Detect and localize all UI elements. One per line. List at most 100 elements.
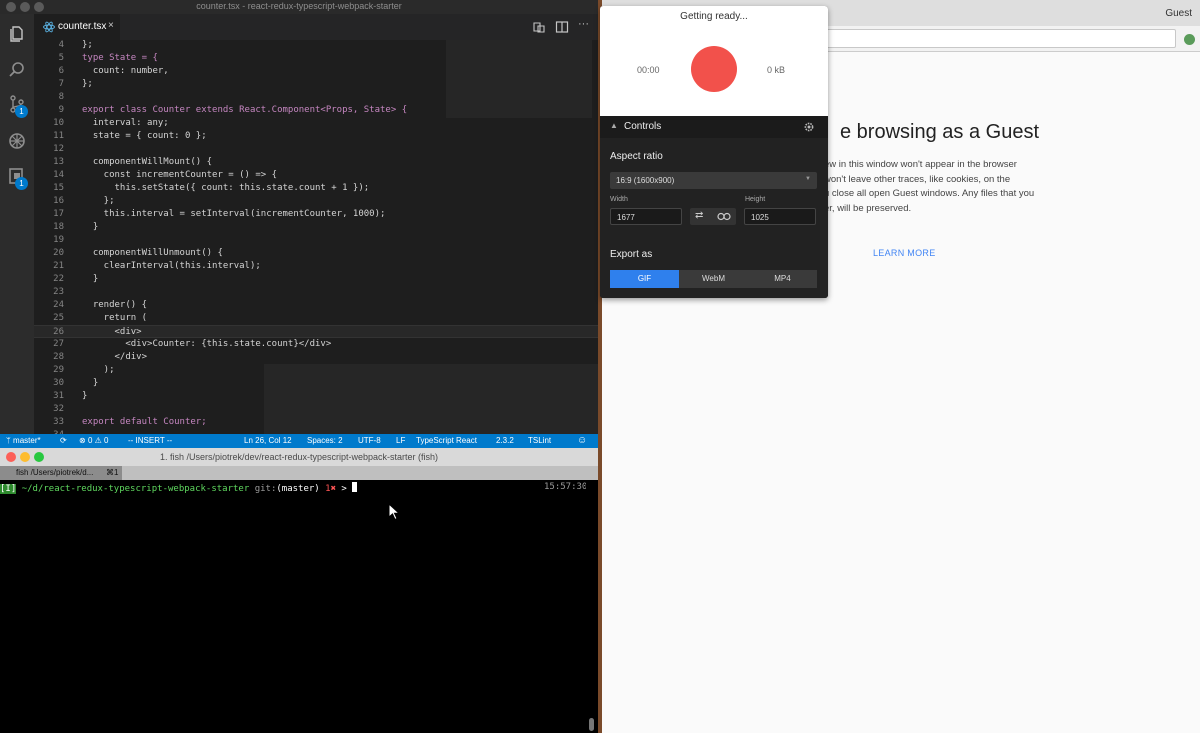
cursor-position[interactable]: Ln 26, Col 12	[244, 436, 292, 445]
debug-icon[interactable]	[7, 131, 27, 151]
code-line[interactable]: 22 }	[34, 273, 598, 286]
code-text: <div>Counter: {this.state.count}</div>	[82, 339, 332, 349]
warning-count: 0	[104, 436, 109, 445]
code-line[interactable]: 18 }	[34, 221, 598, 234]
dimension-buttons: ⇄	[690, 208, 736, 225]
code-text: componentWillMount() {	[82, 157, 213, 167]
address-bar[interactable]	[826, 29, 1176, 48]
code-editor[interactable]: 3433export default Counter;3231}30 }29 )…	[34, 40, 598, 434]
line-number: 24	[53, 300, 64, 310]
activity-bar: 1 1	[0, 14, 34, 434]
height-input[interactable]: 1025	[744, 208, 816, 225]
code-line[interactable]: 13 componentWillMount() {	[34, 156, 598, 169]
prompt-clock: 15:57:30	[544, 482, 588, 492]
line-number: 19	[53, 235, 64, 245]
code-text: );	[82, 365, 115, 375]
line-number: 27	[53, 339, 64, 349]
editor-tab-bar: counter.tsx × ···	[34, 14, 598, 40]
terminal-tab[interactable]: fish /Users/piotrek/d... ⌘1	[0, 466, 122, 480]
format-mp4-button[interactable]: MP4	[748, 270, 817, 288]
prompt-dirty: 1✖	[325, 484, 336, 494]
line-number: 5	[58, 53, 64, 63]
chevron-down-icon: ▼	[805, 176, 811, 182]
code-line[interactable]: 17 this.interval = setInterval(increment…	[34, 208, 598, 221]
line-number: 21	[53, 261, 64, 271]
open-changes-icon[interactable]	[532, 20, 546, 34]
problems-status[interactable]: ⊗ 0 ⚠ 0	[79, 436, 108, 445]
line-number: 15	[53, 183, 64, 193]
line-number: 28	[53, 352, 64, 362]
learn-more-link[interactable]: LEARN MORE	[873, 248, 936, 258]
code-line[interactable]: 26 <div>	[34, 325, 598, 338]
ts-version[interactable]: 2.3.2	[496, 436, 514, 445]
tab-label: counter.tsx	[58, 21, 107, 32]
width-label: Width	[610, 196, 628, 203]
swap-icon[interactable]: ⇄	[695, 210, 703, 221]
code-text: render() {	[82, 300, 148, 310]
guest-description: ew in this window won't appear in the br…	[824, 159, 1035, 214]
close-icon[interactable]: ×	[108, 20, 114, 31]
line-number: 33	[53, 417, 64, 427]
git-branch-status[interactable]: ᛘ master*	[6, 436, 41, 445]
chevron-up-icon: ▲	[610, 121, 618, 130]
line-number: 17	[53, 209, 64, 219]
code-line[interactable]: 14 const incrementCounter = () => {	[34, 169, 598, 182]
shell-prompt[interactable]: [I] ~/d/react-redux-typescript-webpack-s…	[0, 482, 586, 494]
code-line[interactable]: 25 return (	[34, 312, 598, 325]
minimap[interactable]	[446, 40, 592, 118]
record-button[interactable]	[691, 46, 737, 92]
code-text: count: number,	[82, 66, 169, 76]
controls-header[interactable]: ▲ Controls	[600, 116, 828, 138]
more-actions-icon[interactable]: ···	[578, 18, 592, 32]
code-line[interactable]: 27 <div>Counter: {this.state.count}</div…	[34, 338, 598, 351]
split-editor-icon[interactable]	[555, 20, 569, 34]
indentation[interactable]: Spaces: 2	[307, 436, 343, 445]
feedback-smiley-icon[interactable]: ☺	[577, 435, 587, 446]
line-number: 12	[53, 144, 64, 154]
gear-icon[interactable]	[803, 121, 815, 133]
aspect-ratio-value: 16:9 (1600x900)	[616, 176, 675, 185]
explorer-icon[interactable]	[7, 24, 27, 44]
terminal-scrollbar-thumb[interactable]	[589, 718, 594, 731]
code-line[interactable]: 28 </div>	[34, 351, 598, 364]
terminal-scrollbar[interactable]	[586, 482, 598, 733]
link-icon[interactable]	[717, 212, 731, 221]
code-line[interactable]: 11 state = { count: 0 };	[34, 130, 598, 143]
language-mode[interactable]: TypeScript React	[416, 436, 477, 445]
aspect-ratio-select[interactable]: 16:9 (1600x900) ▼	[610, 172, 817, 189]
code-text: const incrementCounter = () => {	[82, 170, 278, 180]
code-text: state = { count: 0 };	[82, 131, 207, 141]
encoding[interactable]: UTF-8	[358, 436, 381, 445]
profile-button[interactable]: Guest	[1165, 8, 1192, 19]
code-line[interactable]: 10 interval: any;	[34, 117, 598, 130]
search-icon[interactable]	[7, 60, 27, 80]
tab-counter-tsx[interactable]: counter.tsx ×	[34, 14, 120, 40]
code-line[interactable]: 21 clearInterval(this.interval);	[34, 260, 598, 273]
recorder-status: Getting ready...	[680, 11, 748, 22]
code-line[interactable]: 23	[34, 286, 598, 299]
code-line[interactable]: 15 this.setState({ count: this.state.cou…	[34, 182, 598, 195]
vscode-window-title: counter.tsx - react-redux-typescript-web…	[196, 1, 402, 11]
extension-icon[interactable]	[1184, 34, 1195, 45]
code-line[interactable]: 19	[34, 234, 598, 247]
vim-mode: -- INSERT --	[128, 436, 173, 445]
code-line[interactable]: 24 render() {	[34, 299, 598, 312]
error-count: 0	[87, 436, 93, 445]
code-text: type State = {	[82, 53, 158, 63]
code-text: }	[82, 222, 99, 232]
line-number: 14	[53, 170, 64, 180]
code-line[interactable]: 20 componentWillUnmount() {	[34, 247, 598, 260]
code-line[interactable]: 12	[34, 143, 598, 156]
code-line[interactable]: 16 };	[34, 195, 598, 208]
format-gif-button[interactable]: GIF	[610, 270, 679, 288]
line-number: 26	[53, 327, 64, 337]
width-input[interactable]: 1677	[610, 208, 682, 225]
code-text: };	[82, 196, 115, 206]
line-ending[interactable]: LF	[396, 436, 405, 445]
linter-status[interactable]: TSLint	[528, 436, 551, 445]
sync-icon[interactable]: ⟳	[60, 436, 67, 445]
prompt-path: ~/d/react-redux-typescript-webpack-start…	[21, 484, 250, 494]
format-webm-button[interactable]: WebM	[679, 270, 748, 288]
terminal-tab-label: fish /Users/piotrek/d...	[16, 468, 94, 477]
vscode-window: counter.tsx - react-redux-typescript-web…	[0, 0, 598, 448]
